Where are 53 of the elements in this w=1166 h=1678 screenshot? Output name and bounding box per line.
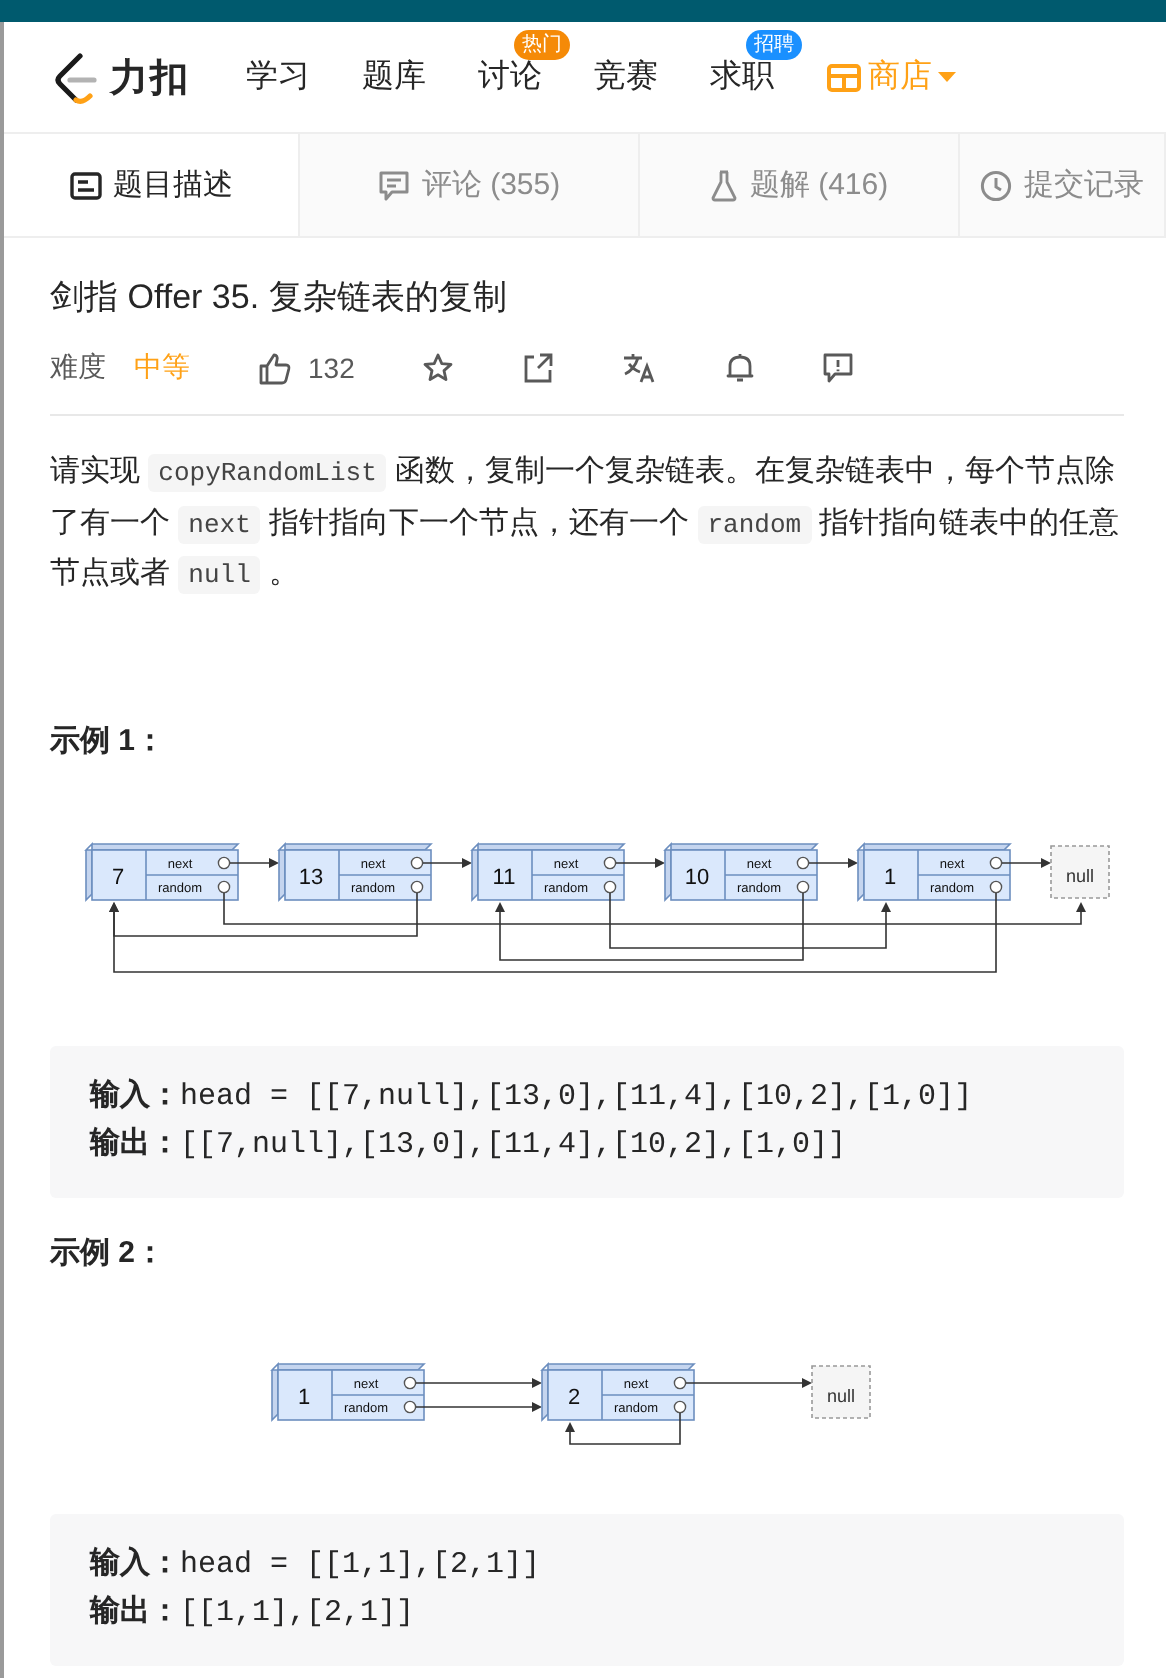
problem-description: 请实现 copyRandomList 函数，复制一个复杂链表。在复杂链表中，每个节点除了有一个 next 指针指向下一个节点，还有一个 random 指针指向链表中的任意节点或者 null 。 [50, 452, 1122, 598]
problem-title: 剑指 Offer 35. 复杂链表的复制 [50, 276, 509, 320]
null-label: null [827, 1385, 855, 1405]
thumbs-up-icon[interactable] [258, 351, 292, 385]
example-heading: 示例 1： [50, 721, 168, 761]
code-line: 输入：head = [[1,1],[2,1]] [90, 1544, 543, 1585]
arrow [422, 857, 472, 867]
nav-badge: 招聘 [746, 30, 802, 60]
logo-icon[interactable] [54, 51, 98, 103]
logo-text[interactable]: 力扣 [110, 51, 190, 103]
null-node [811, 1364, 871, 1418]
arrow [808, 857, 858, 867]
code-line: 输入：head = [[7,null],[13,0],[11,4],[10,2],[1,0]] [90, 1076, 975, 1117]
caret-icon [938, 71, 956, 83]
example-heading: 示例 2： [50, 1233, 168, 1273]
arrow [415, 1401, 542, 1411]
description-icon [69, 171, 101, 199]
node-value: 1 [883, 865, 897, 889]
nav-link[interactable]: 学习 [246, 56, 310, 98]
code-line: 输出：[[1,1],[2,1]] [90, 1592, 417, 1633]
node-value: 2 [567, 1385, 581, 1409]
star-icon[interactable] [422, 352, 455, 384]
null-label: null [1066, 865, 1094, 885]
node-value: 10 [684, 865, 710, 889]
code-line: 输出：[[7,null],[13,0],[11,4],[10,2],[1,0]] [90, 1124, 849, 1165]
difficulty-value: 中等 [134, 350, 190, 386]
flask-icon [709, 169, 738, 201]
arrow [565, 1411, 681, 1444]
arrow [1001, 857, 1051, 867]
arrow [229, 857, 279, 867]
tab[interactable]: 题目描述 [4, 134, 300, 236]
store-icon [826, 61, 862, 93]
nav-link[interactable]: 竞赛 [594, 56, 658, 98]
arrow [685, 1377, 812, 1387]
like-count: 132 [308, 352, 355, 384]
node-value: 7 [111, 865, 125, 889]
nav-badge: 热门 [514, 30, 570, 60]
node-value: 1 [297, 1385, 311, 1409]
clock-icon [980, 169, 1012, 201]
node-value: 13 [298, 865, 324, 889]
translate-icon[interactable] [622, 352, 659, 384]
nav-link[interactable]: 求职 [710, 56, 774, 98]
share-icon[interactable] [522, 352, 555, 384]
difficulty-label: 难度 [50, 350, 106, 386]
bell-icon[interactable] [726, 352, 755, 384]
node-value: 11 [492, 865, 516, 889]
arrow [415, 1377, 542, 1387]
null-node [1050, 844, 1110, 898]
feedback-icon[interactable] [822, 352, 855, 384]
arrow [615, 857, 665, 867]
nav-link[interactable]: 题库 [362, 56, 426, 98]
comment-icon [377, 169, 410, 201]
nav-link[interactable]: 讨论 [478, 56, 542, 98]
